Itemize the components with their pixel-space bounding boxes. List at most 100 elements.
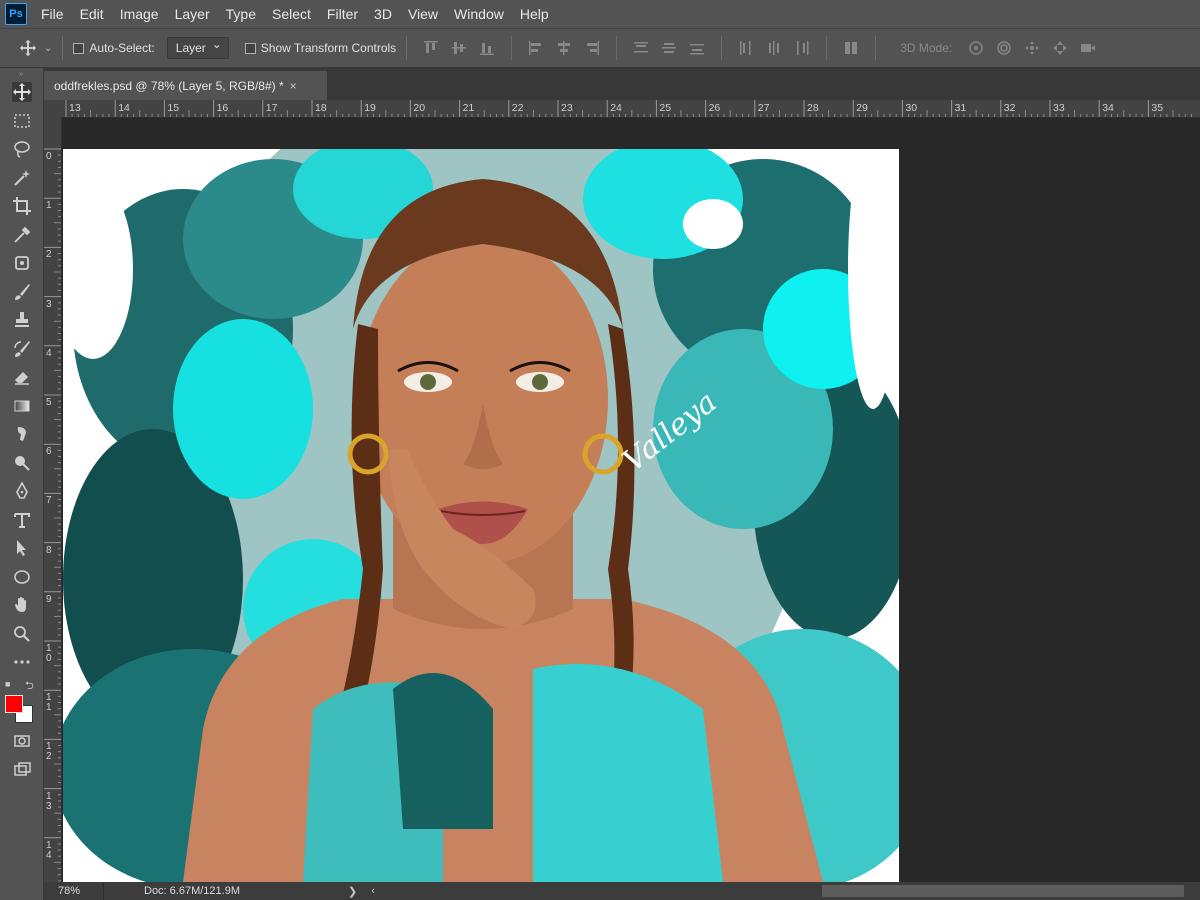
menu-layer[interactable]: Layer [175, 6, 210, 22]
crop-tool[interactable] [0, 192, 44, 221]
smudge-tool[interactable] [0, 420, 44, 449]
hand-tool[interactable] [0, 591, 44, 620]
scroll-left-icon[interactable]: ‹ [371, 885, 375, 897]
stamp-tool[interactable] [0, 306, 44, 335]
align-bottom-icon[interactable] [477, 38, 497, 58]
zoom-level[interactable]: 78% [44, 882, 104, 900]
menu-window[interactable]: Window [454, 6, 504, 22]
auto-align-layers-icon[interactable] [841, 38, 861, 58]
ruler-label: 3 [46, 298, 52, 310]
brush-tool[interactable] [0, 278, 44, 307]
ruler-label: 32 [1003, 102, 1016, 114]
more-tools[interactable] [0, 648, 44, 677]
history-brush-tool[interactable] [0, 335, 44, 364]
menu-image[interactable]: Image [120, 6, 159, 22]
align-hcenter-icon[interactable] [554, 38, 574, 58]
menu-type[interactable]: Type [226, 6, 256, 22]
quick-mask-icon [14, 735, 30, 747]
distribute-hcenter-icon[interactable] [764, 38, 784, 58]
document-tab-title: oddfrekles.psd @ 78% (Layer 5, RGB/8#) * [54, 78, 284, 93]
magic-wand-icon [14, 169, 30, 186]
path-selection-tool[interactable] [0, 534, 44, 563]
3d-drag-icon[interactable] [1022, 38, 1042, 58]
screen-mode-button[interactable] [0, 755, 44, 784]
foreground-color-swatch[interactable] [5, 694, 23, 713]
close-icon[interactable]: × [290, 79, 297, 93]
patch-tool[interactable] [0, 249, 44, 278]
auto-select-checkbox[interactable] [73, 42, 85, 54]
eraser-tool[interactable] [0, 363, 44, 392]
3d-roll-icon[interactable] [994, 38, 1014, 58]
align-vcenter-icon[interactable] [449, 38, 469, 58]
align-right-icon[interactable] [582, 38, 602, 58]
ruler-label: 19 [364, 102, 376, 114]
chevron-down-icon[interactable]: ⌄ [44, 43, 52, 54]
3d-camera-icon[interactable] [1078, 38, 1098, 58]
vertical-ruler[interactable]: 0 1 2 3 4 5 6 7 8 9 10 11 12 13 14 [44, 118, 62, 882]
swap-colors-icon[interactable]: ⮌ [25, 677, 34, 696]
show-transform-checkbox[interactable] [244, 42, 256, 54]
horizontal-ruler[interactable]: 13 14 15 16 17 18 19 20 21 22 23 24 25 26 27 28 29 30 31 32… [62, 100, 1200, 118]
ruler-label: 21 [462, 102, 475, 114]
ruler-corner[interactable] [44, 100, 62, 118]
default-colors-icon[interactable]: ■ [5, 679, 10, 689]
distribute-top-icon[interactable] [631, 38, 651, 58]
marquee-icon [14, 114, 30, 128]
ellipse-tool[interactable] [0, 563, 44, 592]
chevron-right-icon[interactable]: ❯ [348, 885, 357, 898]
divider [616, 36, 618, 60]
menu-select[interactable]: Select [272, 6, 311, 22]
ruler-label: 20 [413, 102, 426, 114]
3d-rotate-icon[interactable] [966, 38, 986, 58]
menu-file[interactable]: File [41, 6, 64, 22]
horizontal-scrollbar[interactable] [822, 885, 1184, 897]
distribute-vcenter-icon[interactable] [659, 38, 679, 58]
menu-3d[interactable]: 3D [374, 6, 392, 22]
ruler-label: 4 [46, 347, 52, 359]
artwork-illustration [63, 149, 899, 882]
move-tool[interactable] [0, 78, 44, 107]
ruler-label: 33 [1053, 102, 1065, 114]
artwork-canvas[interactable]: Valleya [63, 149, 899, 882]
panel-grip[interactable]: » [0, 68, 43, 78]
ruler-label: 27 [757, 102, 770, 114]
stamp-icon [15, 312, 29, 328]
ruler-label: 30 [905, 102, 918, 114]
eyedropper-tool[interactable] [0, 221, 44, 250]
auto-select-dropdown[interactable]: Layer [166, 37, 229, 59]
align-left-icon[interactable] [526, 38, 546, 58]
menu-edit[interactable]: Edit [80, 6, 104, 22]
menu-help[interactable]: Help [520, 6, 549, 22]
ellipse-icon [14, 569, 30, 584]
patch-icon [15, 256, 29, 271]
ruler-label: 23 [561, 102, 573, 114]
marquee-tool[interactable] [0, 107, 44, 136]
move-tool-preset-icon[interactable] [18, 38, 38, 58]
ruler-label: 12 [46, 741, 52, 763]
menu-view[interactable]: View [408, 6, 438, 22]
distribute-bottom-icon[interactable] [687, 38, 707, 58]
document-info[interactable]: Doc: 6.67M/121.9M [104, 885, 344, 897]
color-swatches: ■ ⮌ [0, 677, 43, 727]
gradient-tool[interactable] [0, 392, 44, 421]
menu-filter[interactable]: Filter [327, 6, 358, 22]
ruler-label: 18 [315, 102, 327, 114]
distribute-left-icon[interactable] [736, 38, 756, 58]
zoom-tool[interactable] [0, 620, 44, 649]
dodge-tool[interactable] [0, 449, 44, 478]
canvas-workspace[interactable]: Valleya [62, 118, 1200, 882]
magic-wand-tool[interactable] [0, 164, 44, 193]
3d-slide-icon[interactable] [1050, 38, 1070, 58]
document-tab[interactable]: oddfrekles.psd @ 78% (Layer 5, RGB/8#) *… [44, 71, 327, 100]
ruler-label: 10 [46, 643, 52, 664]
ruler-label: 7 [46, 495, 52, 507]
align-top-icon[interactable] [421, 38, 441, 58]
type-tool[interactable] [0, 506, 44, 535]
quick-mask-button[interactable] [0, 727, 44, 756]
distribute-right-icon[interactable] [792, 38, 812, 58]
divider [511, 36, 513, 60]
pen-tool[interactable] [0, 477, 44, 506]
zoom-icon [14, 625, 30, 642]
ruler-label: 29 [856, 102, 868, 114]
lasso-tool[interactable] [0, 135, 44, 164]
